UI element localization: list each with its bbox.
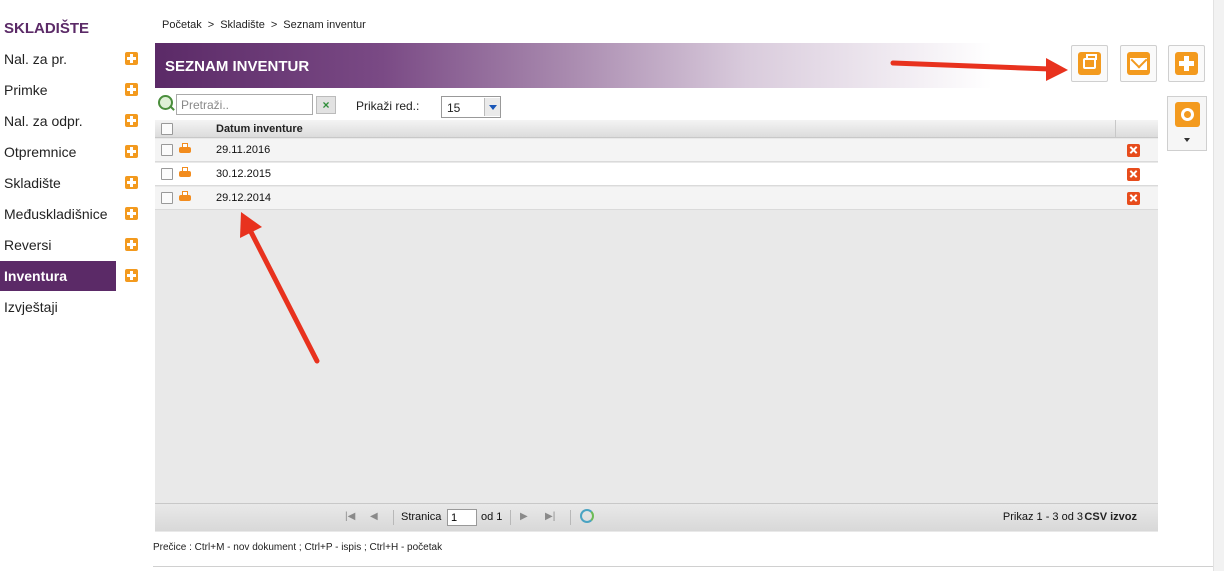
sidebar-item-skladiste[interactable]: Skladište bbox=[0, 168, 150, 198]
sidebar-item-nal-za-odpr[interactable]: Nal. za odpr. bbox=[0, 106, 150, 136]
sidebar-item-nal-za-pr[interactable]: Nal. za pr. bbox=[0, 44, 150, 74]
envelope-icon bbox=[1127, 52, 1150, 75]
pager-divider bbox=[570, 510, 571, 525]
page-scrollbar[interactable] bbox=[1213, 0, 1224, 571]
pager-divider bbox=[510, 510, 511, 525]
chevron-down-icon[interactable] bbox=[484, 98, 500, 116]
table-row[interactable]: 29.11.2016 bbox=[155, 139, 1158, 162]
add-plus-icon[interactable] bbox=[125, 52, 138, 65]
table-row[interactable]: 29.12.2014 bbox=[155, 187, 1158, 210]
sidebar-item-label: Primke bbox=[4, 82, 48, 98]
row-checkbox[interactable] bbox=[161, 192, 173, 204]
page-title: SEZNAM INVENTUR bbox=[165, 58, 310, 75]
page-number-input[interactable] bbox=[447, 509, 477, 526]
pager-divider bbox=[393, 510, 394, 525]
breadcrumb-link-warehouse[interactable]: Skladište bbox=[220, 19, 265, 31]
grid-toolbar: × Prikaži red.: 15 bbox=[155, 92, 1158, 120]
row-checkbox[interactable] bbox=[161, 168, 173, 180]
sidebar-item-meduskladisnice[interactable]: Međuskladišnice bbox=[0, 199, 150, 229]
add-plus-icon[interactable] bbox=[125, 176, 138, 189]
add-plus-icon[interactable] bbox=[125, 145, 138, 158]
delete-icon[interactable] bbox=[1127, 168, 1140, 181]
sidebar-item-label: Međuskladišnice bbox=[4, 206, 108, 222]
sidebar-item-label: Nal. za odpr. bbox=[4, 113, 83, 129]
next-page-icon[interactable]: ▶ bbox=[520, 511, 528, 522]
previous-page-icon[interactable]: ◀ bbox=[370, 511, 378, 522]
sidebar-item-inventura[interactable]: Inventura bbox=[0, 261, 150, 291]
sidebar-item-reversi[interactable]: Reversi bbox=[0, 230, 150, 260]
rows-per-page-select[interactable]: 15 bbox=[441, 96, 501, 118]
sidebar: SKLADIŠTE Nal. za pr. Primke Nal. za odp… bbox=[0, 0, 150, 571]
print-button[interactable] bbox=[1071, 45, 1108, 82]
keyboard-shortcuts: Prečice : Ctrl+M - nov dokument ; Ctrl+P… bbox=[153, 542, 443, 553]
row-date: 30.12.2015 bbox=[216, 168, 272, 180]
sidebar-item-izvjestaji[interactable]: Izvještaji bbox=[0, 292, 150, 322]
page-header-bar: SEZNAM INVENTUR bbox=[155, 43, 1065, 88]
row-date: 29.11.2016 bbox=[216, 144, 271, 156]
table-row[interactable]: 30.12.2015 bbox=[155, 163, 1158, 186]
pager-info: Prikaz 1 - 3 od 3 bbox=[1002, 511, 1083, 523]
sidebar-item-label: Skladište bbox=[4, 175, 61, 191]
first-page-icon[interactable]: |◀ bbox=[345, 511, 355, 522]
add-plus-icon[interactable] bbox=[125, 238, 138, 251]
sidebar-item-label: Nal. za pr. bbox=[4, 51, 68, 67]
add-button[interactable] bbox=[1168, 45, 1205, 82]
printer-icon[interactable] bbox=[179, 191, 191, 202]
email-button[interactable] bbox=[1120, 45, 1157, 82]
column-divider bbox=[1115, 120, 1116, 138]
row-date: 29.12.2014 bbox=[216, 192, 272, 204]
breadcrumb-current: Seznam inventur bbox=[283, 19, 366, 31]
gear-icon bbox=[1175, 102, 1200, 127]
add-plus-icon[interactable] bbox=[125, 114, 138, 127]
breadcrumb: Početak > Skladište > Seznam inventur bbox=[162, 19, 366, 31]
refresh-icon[interactable] bbox=[580, 509, 594, 523]
sidebar-item-primke[interactable]: Primke bbox=[0, 75, 150, 105]
divider bbox=[153, 566, 1213, 567]
breadcrumb-separator: > bbox=[207, 19, 215, 31]
column-header-date[interactable]: Datum inventure bbox=[216, 123, 303, 135]
sidebar-item-otpremnice[interactable]: Otpremnice bbox=[0, 137, 150, 167]
sidebar-title: SKLADIŠTE bbox=[4, 20, 90, 37]
clear-search-button[interactable]: × bbox=[316, 96, 336, 114]
breadcrumb-link-home[interactable]: Početak bbox=[162, 19, 202, 31]
select-all-checkbox[interactable] bbox=[161, 123, 173, 135]
pager: |◀ ◀ Stranica od 1 ▶ ▶| Prikaz 1 - 3 od … bbox=[155, 503, 1158, 531]
rows-per-page-label: Prikaži red.: bbox=[356, 99, 420, 113]
page-label: Stranica bbox=[401, 511, 442, 523]
sidebar-item-label: Otpremnice bbox=[4, 144, 77, 160]
printer-icon[interactable] bbox=[179, 167, 191, 178]
search-icon[interactable] bbox=[158, 95, 173, 110]
row-checkbox[interactable] bbox=[161, 144, 173, 156]
plus-icon bbox=[1175, 52, 1198, 75]
page-count: od 1 bbox=[481, 511, 503, 523]
sidebar-item-label: Reversi bbox=[4, 237, 52, 253]
delete-icon[interactable] bbox=[1127, 144, 1140, 157]
settings-button[interactable] bbox=[1167, 96, 1207, 151]
printer-icon[interactable] bbox=[179, 143, 191, 154]
sidebar-item-label: Izvještaji bbox=[4, 299, 58, 315]
breadcrumb-separator: > bbox=[270, 19, 278, 31]
csv-export-link[interactable]: CSV izvoz bbox=[1084, 511, 1137, 523]
add-plus-icon[interactable] bbox=[125, 83, 138, 96]
chevron-down-icon bbox=[1184, 138, 1190, 142]
sidebar-item-label: Inventura bbox=[4, 268, 68, 284]
printer-icon bbox=[1078, 52, 1101, 75]
search-input[interactable] bbox=[176, 94, 313, 115]
rows-per-page-value: 15 bbox=[447, 101, 461, 115]
add-plus-icon[interactable] bbox=[125, 207, 138, 220]
table-header: Datum inventure bbox=[155, 120, 1158, 138]
delete-icon[interactable] bbox=[1127, 192, 1140, 205]
inventory-grid: × Prikaži red.: 15 Datum inventure 29.11… bbox=[155, 92, 1158, 532]
add-plus-icon[interactable] bbox=[125, 269, 138, 282]
last-page-icon[interactable]: ▶| bbox=[545, 511, 555, 522]
